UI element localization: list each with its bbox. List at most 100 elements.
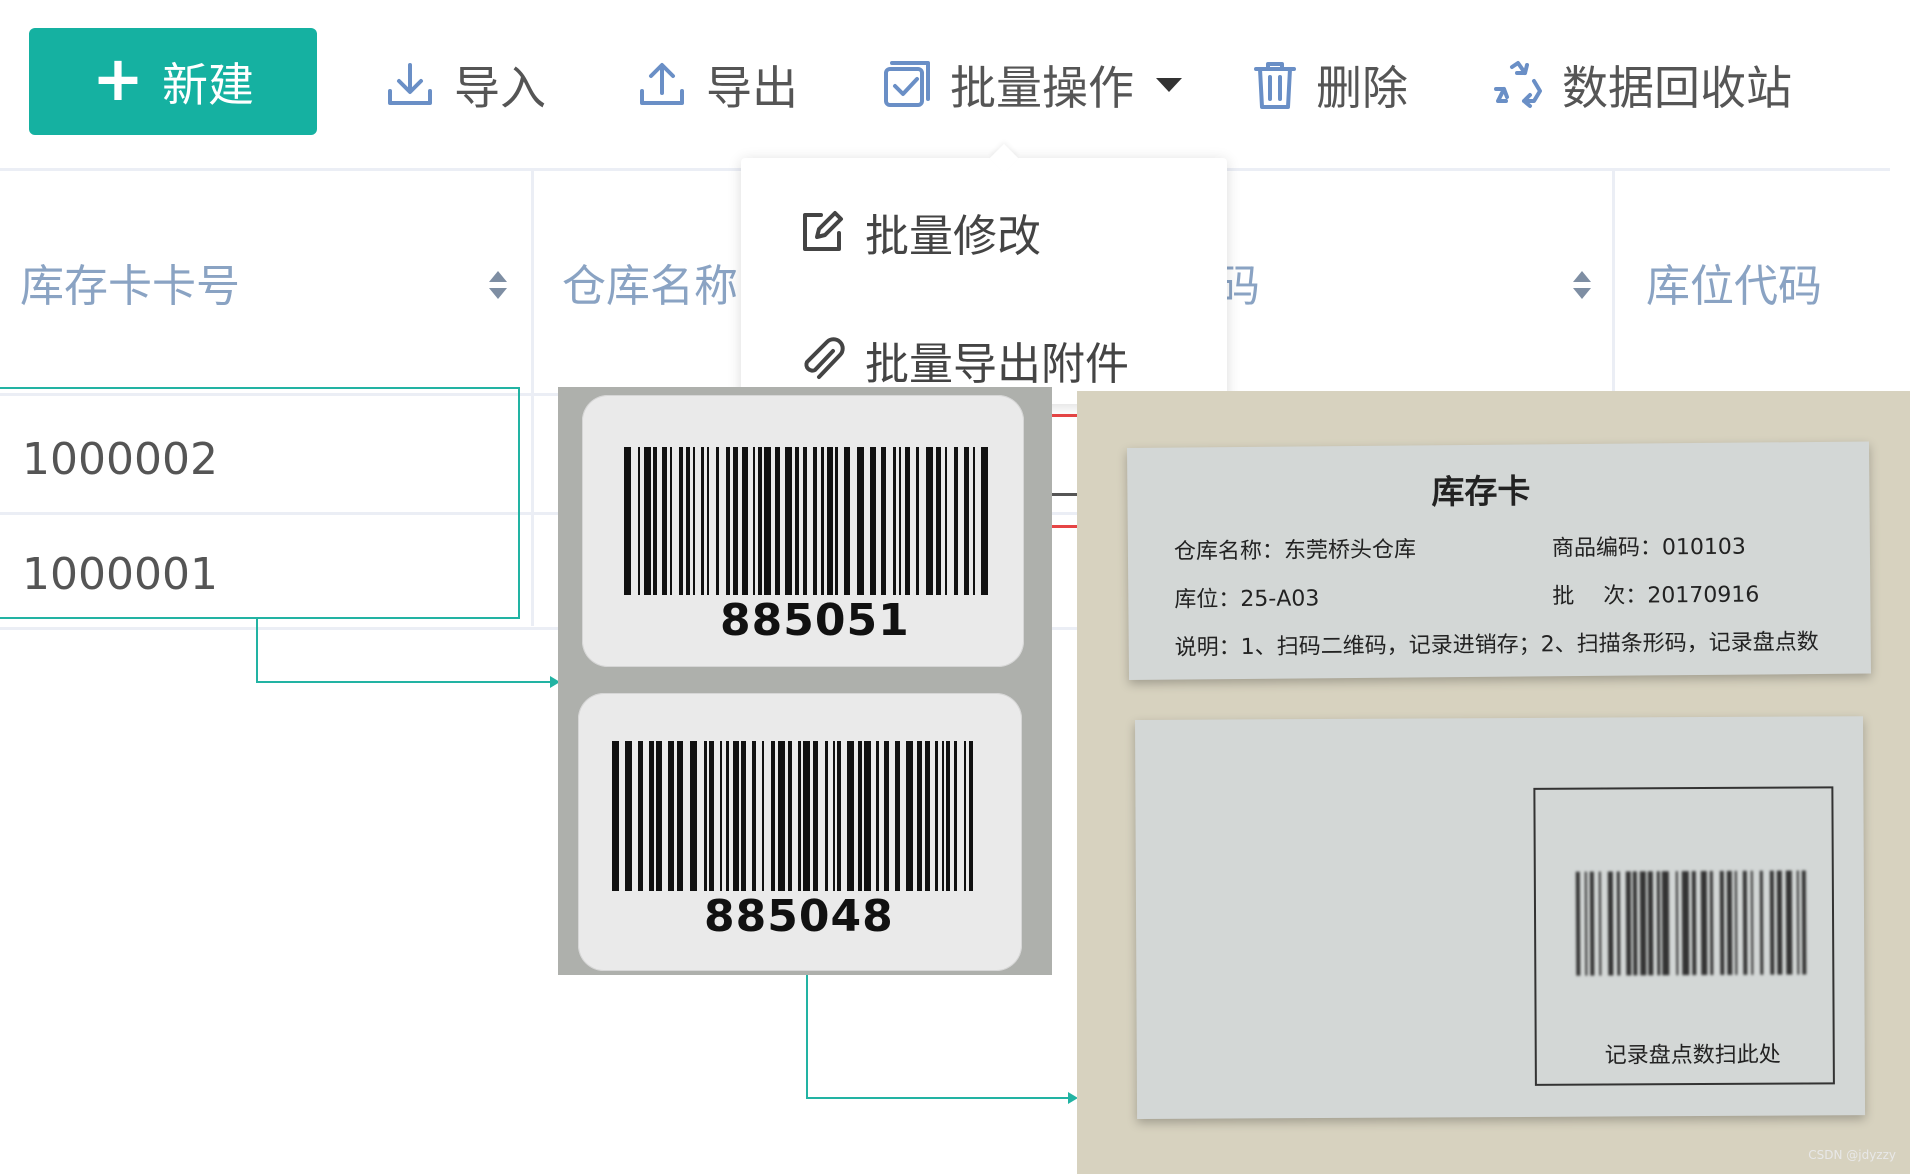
barcode-stripe [1785, 870, 1793, 975]
delete-button[interactable]: 删除 [1252, 40, 1408, 130]
sort-icon[interactable] [1572, 271, 1592, 301]
barcode-stripe [1796, 870, 1800, 975]
stock-card-location: 库位：25-A03 [1174, 586, 1320, 613]
barcode-stripe [1632, 871, 1638, 976]
barcode-stripe [788, 741, 792, 891]
barcode-stripe [668, 741, 674, 891]
barcode-stripe [881, 447, 886, 595]
stock-card-warehouse: 仓库名称：东莞桥头仓库 [1173, 537, 1417, 565]
barcode-stripe [726, 741, 729, 891]
batch-operations-label: 批量操作 [950, 61, 1134, 115]
barcode-stripe [803, 447, 807, 595]
barcode-stripe [644, 447, 651, 595]
barcode-stripe [1675, 871, 1679, 976]
scan-area: 记录盘点数扫此处 [1533, 786, 1835, 1086]
new-button[interactable]: + 新建 [29, 28, 317, 135]
barcode-stripe [981, 447, 988, 595]
barcode-stripe [778, 741, 785, 891]
barcode-stripe [833, 741, 835, 891]
barcode-stripe [701, 447, 704, 595]
barcode-stripe [764, 447, 771, 595]
barcode-stripe [964, 741, 966, 891]
trash-icon [1254, 62, 1296, 109]
menu-item-batch-export-attachments-label: 批量导出附件 [865, 339, 1129, 390]
barcode-stripe [1681, 871, 1690, 976]
barcode-stripe [895, 741, 900, 891]
barcode-bars [1575, 870, 1809, 976]
import-button[interactable]: 导入 [384, 40, 546, 130]
barcode-stripe [1801, 870, 1807, 975]
barcode-stripe [964, 447, 969, 595]
barcode-stripe [905, 447, 910, 595]
barcode-stripe [625, 741, 632, 891]
barcode-stripe [677, 741, 683, 891]
barcode-stripe [679, 447, 683, 595]
barcode-stripe [916, 447, 919, 595]
batch-operations-button[interactable]: 批量操作 [880, 40, 1182, 130]
barcode-stripe [884, 741, 889, 891]
barcode-stripe [720, 741, 722, 891]
barcode-stripe [795, 447, 799, 595]
batch-check-icon [884, 61, 930, 107]
barcode-stripe [825, 741, 828, 891]
barcode-stripe [624, 447, 631, 595]
menu-item-batch-export-attachments[interactable]: 批量导出附件 [799, 328, 1129, 392]
download-icon [388, 63, 432, 105]
barcode-stripe [936, 447, 941, 595]
barcode-stripe [847, 741, 854, 891]
barcode-stripe [752, 741, 756, 891]
recycle-icon [1494, 61, 1542, 108]
column-header-card-no[interactable]: 库存卡卡号 [0, 171, 532, 393]
barcode-stripe [726, 447, 730, 595]
paperclip-icon [804, 337, 845, 379]
column-header-code[interactable]: 码 [1196, 171, 1616, 393]
stock-card-note: 说明：1、扫码二维码，记录进销存；2、扫描条形码，记录盘点数 [1174, 629, 1819, 661]
barcode-stripe [1625, 871, 1632, 976]
barcode-stripe [741, 741, 746, 891]
barcode-stripe [837, 741, 841, 891]
recycle-bin-button[interactable]: 数据回收站 [1492, 40, 1792, 130]
barcode-stripe [1639, 871, 1647, 976]
barcode-label: 885048 [578, 693, 1022, 971]
menu-item-batch-edit[interactable]: 批量修改 [799, 200, 1041, 264]
barcode-stripe [798, 741, 801, 891]
barcode-stripe [1709, 870, 1714, 975]
barcode-stripe [917, 741, 922, 891]
barcode-stripe [969, 741, 973, 891]
barcode-stripe [1656, 871, 1661, 976]
row-marker [1052, 493, 1077, 496]
row-highlight-box [0, 387, 520, 619]
connector-line [256, 619, 554, 683]
barcode-stripe [1742, 870, 1748, 975]
sort-icon[interactable] [488, 271, 508, 301]
barcode-stripe [1584, 871, 1588, 976]
export-button[interactable]: 导出 [636, 40, 798, 130]
barcode-stripe [1776, 870, 1783, 975]
barcode-stripe [638, 447, 640, 595]
export-label: 导出 [706, 61, 798, 115]
barcode-stripe [707, 447, 709, 595]
barcode-stripe [1726, 870, 1733, 975]
barcode-stripe [1589, 871, 1595, 976]
barcode-stripe [973, 447, 975, 595]
barcode-stripe [925, 741, 930, 891]
barcode-stripe [893, 447, 896, 595]
barcode-stripe [870, 447, 876, 595]
barcode-labels-photo: 885051 885048 [558, 387, 1052, 975]
barcode-stripe [656, 741, 662, 891]
new-button-label: 新建 [161, 57, 254, 112]
column-header-location-code[interactable]: 库位代码 [1626, 171, 1890, 393]
barcode-stripe [813, 741, 818, 891]
barcode-bars [624, 447, 988, 595]
barcode-stripe [1616, 871, 1621, 976]
stock-card-product-code: 商品编码：010103 [1551, 534, 1746, 562]
row-marker [1052, 525, 1077, 528]
barcode-stripe [753, 447, 755, 595]
row-marker [1052, 414, 1077, 417]
barcode-stripe [926, 447, 933, 595]
stock-card-title: 库存卡 [1431, 471, 1531, 512]
barcode-stripe [716, 447, 719, 595]
barcode-stripe [649, 741, 654, 891]
barcode-stripe [899, 447, 901, 595]
barcode-stripe [693, 447, 695, 595]
